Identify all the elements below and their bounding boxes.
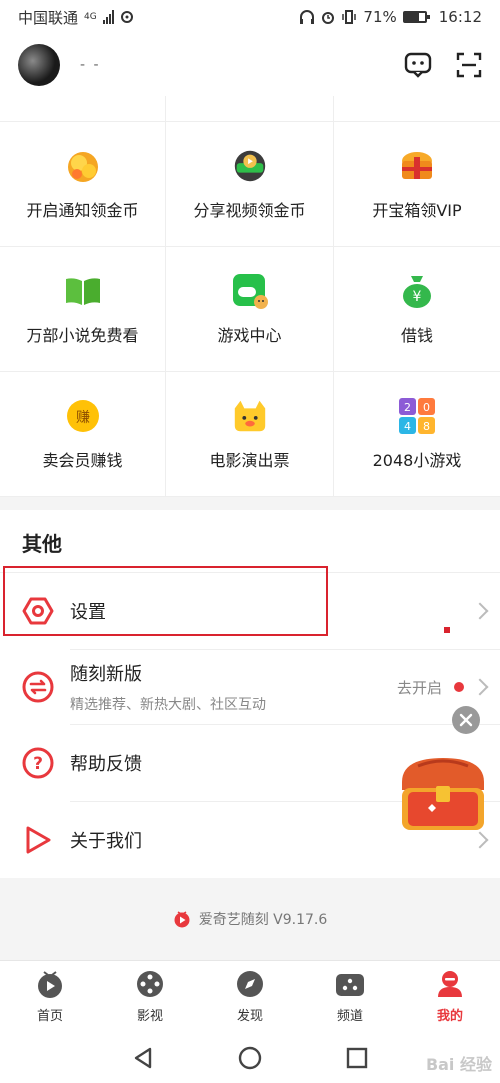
red-dot-badge: [454, 682, 464, 692]
suike-status: 去开启: [396, 678, 442, 697]
svg-text:4: 4: [404, 420, 411, 433]
switch-arrows-icon: [21, 670, 55, 704]
profile-header: - -: [0, 34, 500, 96]
money-bag-icon: ¥: [398, 272, 436, 310]
status-bar: 中国联通 4G 71% 16:12: [0, 0, 500, 34]
grid-item-borrow[interactable]: ¥ 借钱: [334, 247, 500, 372]
version-footer: 爱奇艺随刻 V9.17.6: [0, 878, 500, 960]
earn-coin-icon: 赚: [64, 397, 102, 435]
grid-item-label: 开启通知领金币: [26, 201, 139, 220]
system-nav-bar: Bai 经验: [0, 1032, 500, 1083]
help-label: 帮助反馈: [70, 754, 142, 775]
recents-square-icon[interactable]: [346, 1047, 368, 1069]
grid-item-label: 万部小说免费看: [26, 326, 139, 345]
version-text: 爱奇艺随刻 V9.17.6: [198, 912, 328, 928]
play-triangle-icon: [21, 823, 55, 857]
film-reel-icon: [137, 971, 163, 997]
grid-item-label: 分享视频领金币: [193, 201, 306, 220]
grid-item-game-center[interactable]: 游戏中心: [166, 247, 334, 372]
feature-grid: 开启通知领金币 分享视频领金币 开宝箱领VIP 万部小说免费看 游戏中心 ¥ 借…: [0, 96, 500, 497]
svg-text:¥: ¥: [413, 289, 422, 305]
carrier-label: 中国联通: [18, 8, 79, 27]
tab-label: 发现: [236, 1009, 263, 1024]
vibrate-icon: [342, 10, 357, 24]
floating-treasure-chest[interactable]: [398, 752, 488, 834]
grid-item-label: 电影演出票: [209, 451, 290, 470]
gold-coins-icon: [64, 147, 102, 185]
share-video-icon: [231, 147, 269, 185]
close-icon[interactable]: [452, 706, 480, 734]
tab-label: 首页: [36, 1009, 63, 1024]
grid-item-sell-membership[interactable]: 赚 卖会员赚钱: [0, 372, 166, 497]
treasure-chest-icon: [398, 147, 436, 185]
suike-row[interactable]: 随刻新版 精选推荐、新热大剧、社区互动 去开启: [0, 650, 500, 724]
alarm-icon: [322, 12, 335, 24]
suike-subtitle: 精选推荐、新热大剧、社区互动: [70, 697, 266, 713]
annotation-dot: [444, 627, 450, 633]
question-icon: ?: [21, 746, 55, 780]
back-icon[interactable]: [132, 1046, 154, 1070]
game-2048-icon: 2048: [398, 397, 436, 435]
game-controller-icon: [231, 272, 269, 310]
compass-icon: [237, 971, 263, 997]
about-label: 关于我们: [70, 831, 142, 852]
suike-title: 随刻新版: [70, 664, 142, 685]
scan-icon[interactable]: [456, 52, 482, 78]
battery-icon: [402, 11, 430, 23]
svg-text:2: 2: [404, 401, 411, 414]
grid-item-label: 借钱: [400, 326, 433, 345]
grid-top-stub: [0, 96, 500, 122]
grid-item-share-video[interactable]: 分享视频领金币: [166, 122, 334, 247]
grid-item-label: 2048小游戏: [372, 451, 462, 470]
gamepad-channel-icon: [336, 974, 364, 996]
grid-item-notify-coins[interactable]: 开启通知领金币: [0, 122, 166, 247]
svg-text:赚: 赚: [76, 410, 90, 426]
clock: 16:12: [438, 8, 482, 26]
highlight-box: [3, 566, 328, 636]
home-circle-icon[interactable]: [238, 1046, 262, 1070]
sync-icon: [120, 11, 133, 23]
tab-channels[interactable]: 频道: [300, 961, 400, 1032]
watermark: Bai 经验: [425, 1055, 492, 1074]
home-tv-icon: [38, 971, 62, 998]
avatar[interactable]: [18, 44, 60, 86]
grid-item-label: 开宝箱领VIP: [372, 201, 462, 220]
profile-icon: [438, 971, 462, 997]
tab-movies[interactable]: 影视: [100, 961, 200, 1032]
grid-item-label: 卖会员赚钱: [42, 451, 123, 470]
headset-icon: [300, 10, 315, 24]
chevron-right-icon: [471, 602, 489, 620]
grid-item-2048-game[interactable]: 2048 2048小游戏: [334, 372, 500, 497]
tab-label: 影视: [136, 1009, 163, 1024]
cat-ticket-icon: [231, 397, 269, 435]
tab-mine[interactable]: 我的: [400, 961, 500, 1032]
grid-item-label: 游戏中心: [217, 326, 282, 345]
network-label: 4G: [84, 12, 97, 22]
grid-item-treasure-vip[interactable]: 开宝箱领VIP: [334, 122, 500, 247]
svg-text:0: 0: [423, 401, 430, 414]
message-icon[interactable]: [404, 52, 432, 78]
tab-discover[interactable]: 发现: [200, 961, 300, 1032]
battery-percent: 71%: [363, 8, 397, 26]
chevron-right-icon: [471, 831, 489, 849]
chevron-right-icon: [471, 678, 489, 696]
grid-item-novels[interactable]: 万部小说免费看: [0, 247, 166, 372]
svg-text:8: 8: [423, 420, 430, 433]
grid-item-movie-tickets[interactable]: 电影演出票: [166, 372, 334, 497]
username[interactable]: - -: [80, 57, 101, 73]
signal-icon: [102, 10, 114, 24]
bottom-tab-bar: 首页 影视 发现 频道 我的: [0, 960, 500, 1032]
tab-label: 频道: [336, 1009, 363, 1024]
open-book-icon: [64, 272, 102, 310]
app-logo-icon: [174, 911, 190, 928]
svg-text:?: ?: [33, 754, 43, 774]
section-title: 其他: [22, 532, 62, 556]
tab-label: 我的: [436, 1009, 463, 1024]
tab-home[interactable]: 首页: [0, 961, 100, 1032]
